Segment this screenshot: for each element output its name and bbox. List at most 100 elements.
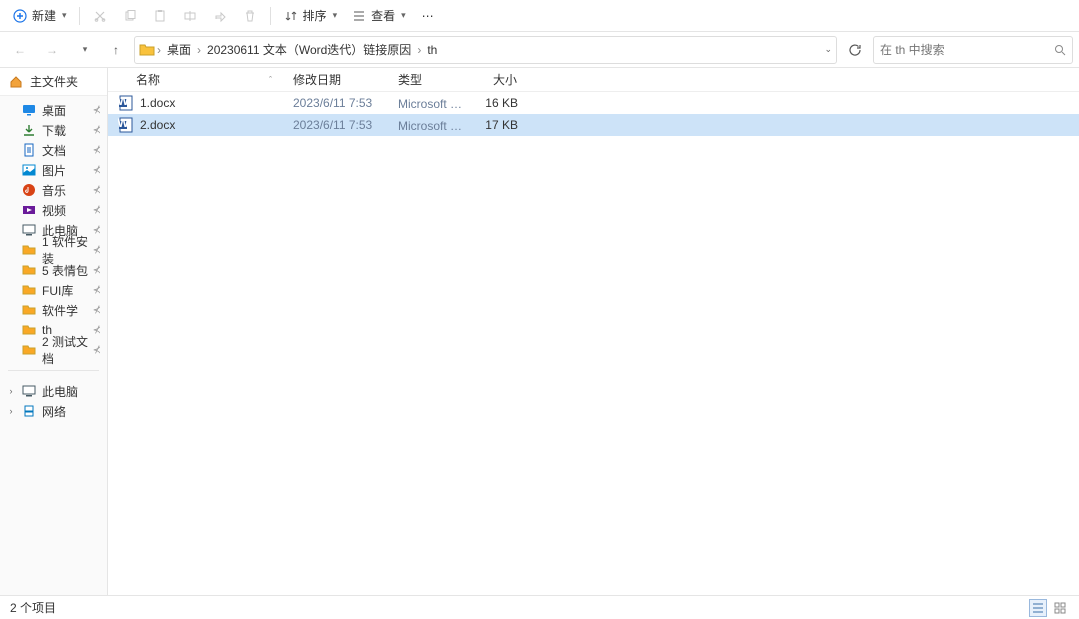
details-view-button[interactable]: [1029, 599, 1047, 617]
cell-date: 2023/6/11 7:53: [283, 118, 388, 132]
word-file-icon: W: [118, 117, 134, 133]
sidebar-item-label: 图片: [42, 162, 66, 179]
folder-icon: [22, 263, 36, 277]
pin-icon: ⊀: [93, 205, 101, 216]
pin-icon: ⊀: [93, 245, 101, 256]
sidebar-item-label: 桌面: [42, 102, 66, 119]
copy-button[interactable]: [116, 2, 144, 30]
sidebar-header-label: 主文件夹: [30, 73, 78, 90]
pin-icon: ⊀: [93, 145, 101, 156]
column-headers: 名称ˆ 修改日期 类型 大小: [108, 68, 1079, 92]
pin-icon: ⊀: [93, 105, 101, 116]
share-icon: [212, 8, 228, 24]
sidebar-item-7[interactable]: 1 软件安装⊀: [0, 240, 107, 260]
chevron-down-icon: ▾: [62, 10, 67, 21]
chevron-right-icon[interactable]: ›: [6, 406, 16, 416]
file-row[interactable]: W1.docx2023/6/11 7:53Microsoft Word 文档16…: [108, 92, 1079, 114]
sidebar-tree-item-0[interactable]: › 此电脑: [0, 381, 107, 401]
status-text: 2 个项目: [10, 599, 56, 616]
sidebar-item-label: 音乐: [42, 182, 66, 199]
cut-button[interactable]: [86, 2, 114, 30]
view-icon: [351, 8, 367, 24]
cell-name: W1.docx: [108, 95, 283, 111]
sidebar-item-10[interactable]: 软件学⊀: [0, 300, 107, 320]
rename-button[interactable]: [176, 2, 204, 30]
chevron-right-icon: ›: [417, 43, 421, 57]
sidebar-item-label: 下载: [42, 122, 66, 139]
search-box[interactable]: [873, 36, 1073, 64]
folder-icon: [22, 283, 36, 297]
forward-button[interactable]: →: [38, 36, 66, 64]
sidebar-item-4[interactable]: 音乐 ⊀: [0, 180, 107, 200]
view-button[interactable]: 查看 ▾: [345, 2, 412, 30]
back-button[interactable]: ←: [6, 36, 34, 64]
refresh-button[interactable]: [841, 36, 869, 64]
sidebar-item-8[interactable]: 5 表情包⊀: [0, 260, 107, 280]
file-row[interactable]: W2.docx2023/6/11 7:53Microsoft Word 文档17…: [108, 114, 1079, 136]
rename-icon: [182, 8, 198, 24]
sidebar-header[interactable]: 主文件夹: [0, 68, 107, 96]
chevron-right-icon: ›: [197, 43, 201, 57]
pin-icon: ⊀: [93, 165, 101, 176]
sidebar-item-0[interactable]: 桌面 ⊀: [0, 100, 107, 120]
breadcrumb[interactable]: › 桌面 › 20230611 文本（Word迭代）链接原因 › th ⌄: [134, 36, 837, 64]
pc-icon: [22, 384, 36, 398]
share-button[interactable]: [206, 2, 234, 30]
icons-view-button[interactable]: [1051, 599, 1069, 617]
cell-type: Microsoft Word 文档: [388, 95, 473, 112]
sidebar-tree-item-1[interactable]: › 网络: [0, 401, 107, 421]
recent-button[interactable]: ▾: [70, 36, 98, 64]
cell-type: Microsoft Word 文档: [388, 117, 473, 134]
new-button[interactable]: 新建 ▾: [6, 2, 73, 30]
more-button[interactable]: ⋯: [414, 2, 442, 30]
separator: [8, 370, 99, 371]
pin-icon: ⊀: [93, 265, 101, 276]
pin-icon: ⊀: [93, 305, 101, 316]
sidebar-item-9[interactable]: FUI库⊀: [0, 280, 107, 300]
col-date[interactable]: 修改日期: [283, 68, 388, 91]
view-switcher: [1029, 599, 1069, 617]
net-icon: [22, 404, 36, 418]
crumb-2[interactable]: th: [423, 43, 441, 57]
ellipsis-icon: ⋯: [420, 8, 436, 24]
cell-name: W2.docx: [108, 117, 283, 133]
col-type[interactable]: 类型: [388, 68, 473, 91]
sort-icon: [283, 8, 299, 24]
chevron-right-icon[interactable]: ›: [6, 386, 16, 396]
sidebar-item-2[interactable]: 文档 ⊀: [0, 140, 107, 160]
svg-text:W: W: [118, 95, 129, 108]
crumb-1[interactable]: 20230611 文本（Word迭代）链接原因: [203, 41, 415, 58]
paste-button[interactable]: [146, 2, 174, 30]
sidebar-item-label: FUI库: [42, 282, 73, 299]
pin-icon: ⊀: [93, 185, 101, 196]
sidebar-item-1[interactable]: 下载⊀: [0, 120, 107, 140]
sidebar: 主文件夹 桌面⊀下载⊀文档⊀图片⊀音乐⊀视频⊀此电脑⊀1 软件安装⊀5 表情包⊀…: [0, 68, 108, 595]
pin-icon: ⊀: [93, 345, 101, 356]
separator: [270, 7, 271, 25]
col-size[interactable]: 大小: [473, 68, 528, 91]
main-area: 主文件夹 桌面⊀下载⊀文档⊀图片⊀音乐⊀视频⊀此电脑⊀1 软件安装⊀5 表情包⊀…: [0, 68, 1079, 595]
sidebar-item-label: 网络: [42, 403, 66, 420]
new-label: 新建: [32, 7, 56, 24]
sort-button[interactable]: 排序 ▾: [277, 2, 344, 30]
search-input[interactable]: [880, 43, 1048, 57]
pc-icon: [22, 223, 36, 237]
cell-size: 17 KB: [473, 118, 528, 132]
music-icon: [22, 183, 36, 197]
paste-icon: [152, 8, 168, 24]
sidebar-item-label: 此电脑: [42, 383, 78, 400]
sidebar-item-5[interactable]: 视频⊀: [0, 200, 107, 220]
sidebar-quick-list: 桌面⊀下载⊀文档⊀图片⊀音乐⊀视频⊀此电脑⊀1 软件安装⊀5 表情包⊀FUI库⊀…: [0, 96, 107, 364]
sidebar-item-12[interactable]: 2 测试文档⊀: [0, 340, 107, 360]
sidebar-item-label: 文档: [42, 142, 66, 159]
col-name[interactable]: 名称ˆ: [108, 68, 283, 91]
up-button[interactable]: ↑: [102, 36, 130, 64]
sidebar-item-3[interactable]: 图片 ⊀: [0, 160, 107, 180]
separator: [79, 7, 80, 25]
delete-button[interactable]: [236, 2, 264, 30]
desktop-icon: [22, 103, 36, 117]
address-bar: ← → ▾ ↑ › 桌面 › 20230611 文本（Word迭代）链接原因 ›…: [0, 32, 1079, 68]
cut-icon: [92, 8, 108, 24]
chevron-down-icon[interactable]: ⌄: [824, 44, 832, 55]
crumb-0[interactable]: 桌面: [163, 41, 195, 58]
